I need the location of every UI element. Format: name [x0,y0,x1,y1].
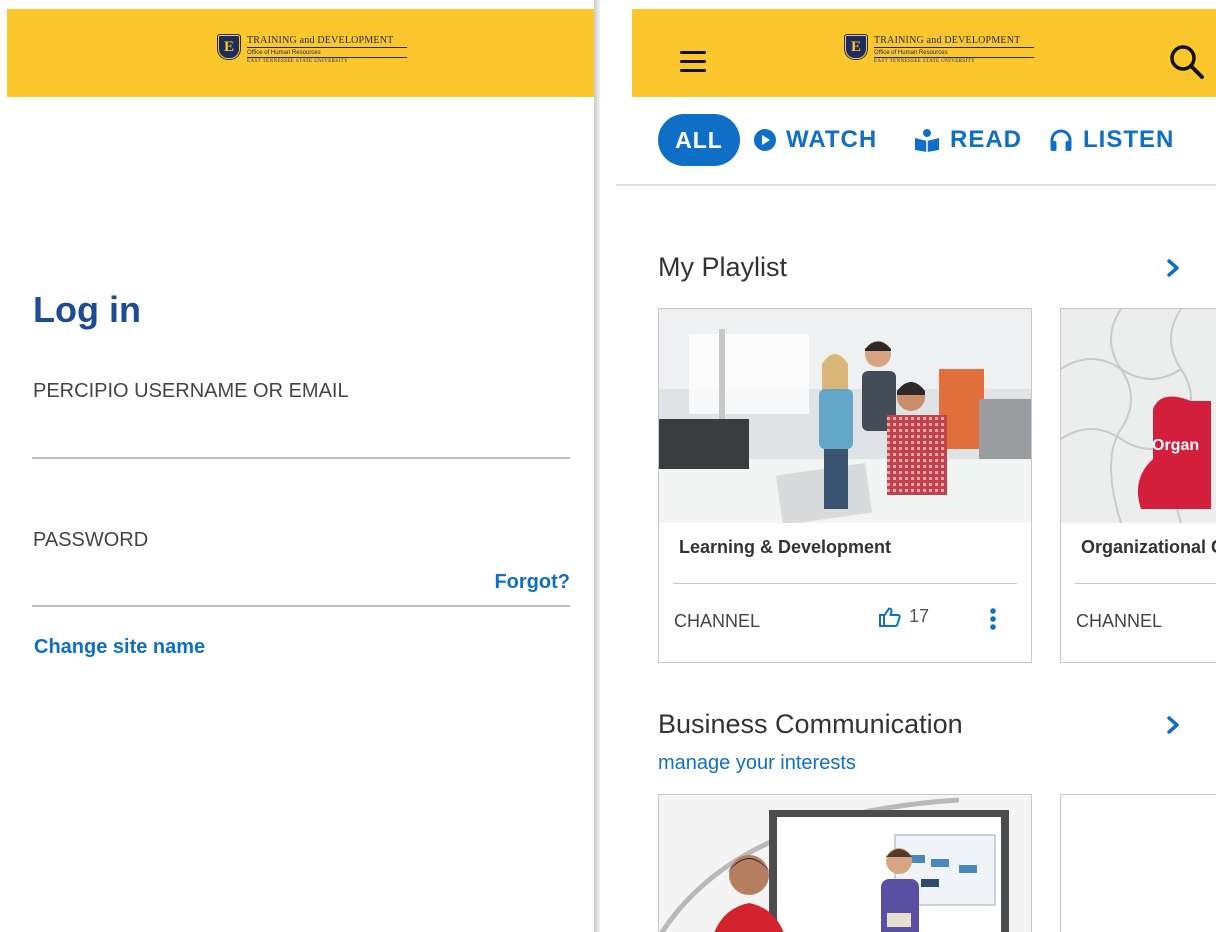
brand-subtitle: Office of Human Resources [247,50,321,56]
play-circle-icon [754,129,776,151]
filter-listen[interactable]: LISTEN [1049,126,1174,154]
page-title: Log in [33,289,141,330]
filter-watch[interactable]: WATCH [754,126,877,154]
catalog-screen: E TRAINING and DEVELOPMENT Office of Hum… [616,0,1216,932]
username-underline [32,457,570,459]
forgot-password-link[interactable]: Forgot? [494,571,570,594]
more-options-icon[interactable] [989,607,997,631]
card-type-label: CHANNEL [1076,611,1163,631]
section-title-business-communication: Business Communication [658,709,963,739]
etsu-shield-icon: E [218,35,240,59]
search-icon[interactable] [1167,42,1207,82]
filter-watch-label: WATCH [786,126,878,153]
brand-university: EAST TENNESSEE STATE UNIVERSITY [874,57,1034,65]
password-input[interactable] [32,568,472,604]
password-underline [32,605,570,607]
brand-title: TRAINING and DEVELOPMENT [247,35,407,48]
brand-subtitle: Office of Human Resources [874,50,948,56]
headphones-icon [1050,129,1072,151]
card-type-label: CHANNEL [674,611,761,631]
content-card-organizational[interactable]: Organ Organizational C CHANNEL [1060,308,1216,663]
card-thumbnail [659,309,1031,523]
office-team-photo [659,309,1031,523]
puzzle-image [1061,309,1216,523]
change-site-name-link[interactable]: Change site name [34,636,205,659]
manage-interests-link[interactable]: manage your interests [658,752,856,775]
password-label: PASSWORD [33,529,149,551]
hamburger-menu-icon[interactable] [680,51,706,73]
header-bar: E TRAINING and DEVELOPMENT Office of Hum… [7,9,594,97]
content-card-learning-development[interactable]: Learning & Development CHANNEL 17 [658,308,1032,663]
content-card-business-video[interactable] [658,794,1032,932]
filter-listen-label: LISTEN [1083,126,1175,153]
username-input[interactable] [32,420,570,456]
card-title: Learning & Development [679,537,892,557]
filter-read[interactable]: READ [914,126,1022,154]
like-count: 17 [909,606,930,626]
card-title: Organizational C [1081,537,1216,557]
presenter-video-thumbnail [659,795,1031,932]
header-bar: E TRAINING and DEVELOPMENT Office of Hum… [632,9,1216,97]
screen-shadow [594,0,600,932]
username-label: PERCIPIO USERNAME OR EMAIL [33,380,349,402]
etsu-shield-icon: E [845,35,867,59]
filter-read-label: READ [950,126,1023,153]
login-screen: E TRAINING and DEVELOPMENT Office of Hum… [0,0,600,932]
thumbs-up-icon [879,607,901,627]
card-divider [1075,583,1216,584]
brand-logo: E TRAINING and DEVELOPMENT Office of Hum… [218,35,407,69]
section-title-my-playlist: My Playlist [658,252,788,282]
brand-title: TRAINING and DEVELOPMENT [874,35,1034,48]
filter-all-pill[interactable]: ALL [658,114,740,166]
card-thumbnail: Organ [1061,309,1216,523]
chevron-right-icon[interactable] [1165,714,1181,736]
brand-logo: E TRAINING and DEVELOPMENT Office of Hum… [845,35,1034,69]
like-button[interactable]: 17 [879,606,929,627]
chevron-right-icon[interactable] [1165,257,1181,279]
card-divider [673,583,1017,584]
content-filter-bar: ALL WATCH READ LISTEN [616,110,1216,186]
card-image-text: Organ [1152,437,1200,454]
reader-book-icon [915,129,939,152]
brand-university: EAST TENNESSEE STATE UNIVERSITY [247,57,407,65]
content-card-placeholder[interactable] [1060,794,1216,932]
